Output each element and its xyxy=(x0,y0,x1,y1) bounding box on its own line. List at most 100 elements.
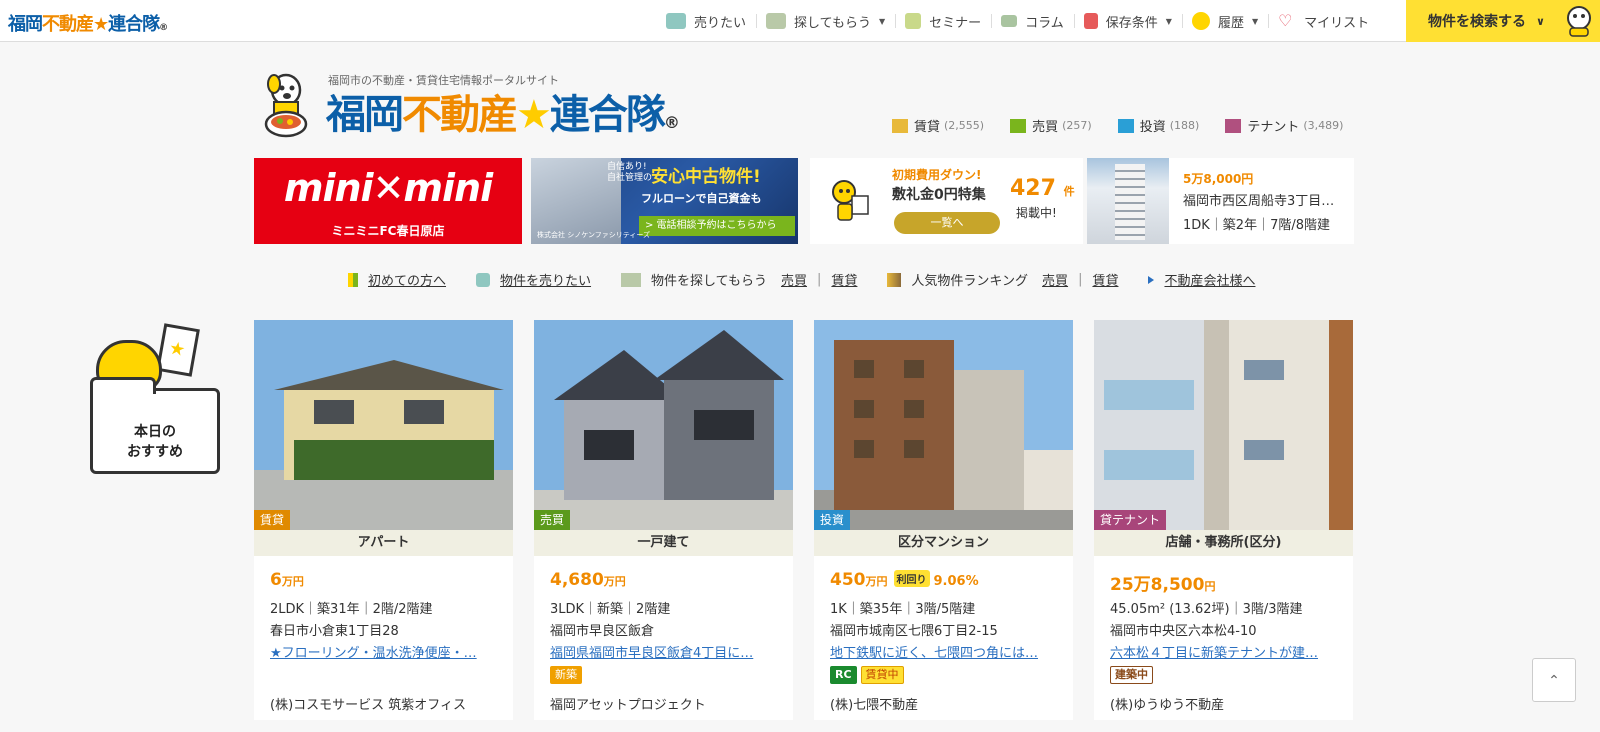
nav-column-label: コラム xyxy=(1025,15,1064,31)
property-card-condo[interactable]: 投資 区分マンション 450万円 利回り 9.06% 1K｜築35年｜3階/5階建 … xyxy=(814,320,1073,720)
link-find-sale[interactable]: 売買 xyxy=(781,270,807,289)
property-description-link[interactable]: 福岡県福岡市早良区飯倉4丁目に… xyxy=(550,642,778,661)
property-photo xyxy=(254,320,513,530)
rent-icon xyxy=(892,118,908,133)
nav-history[interactable]: 履歴 ▼ xyxy=(1181,0,1268,42)
tenant-icon xyxy=(1225,118,1242,133)
link-for-agents[interactable]: 不動産会社様へ xyxy=(1164,270,1255,289)
ranking-label: 人気物件ランキング xyxy=(911,274,1029,289)
site-logo[interactable]: 福岡不動産★連合隊® xyxy=(326,90,680,148)
price-value: 6 xyxy=(270,570,282,590)
chevron-down-icon: ∨ xyxy=(1536,14,1545,28)
property-type: 店舗・事務所(区分) xyxy=(1094,530,1353,556)
category-rent[interactable]: 賃貸 (2,555) xyxy=(892,116,984,135)
property-badges: 新築 xyxy=(550,666,582,684)
category-tag: 賃貸 xyxy=(254,510,291,530)
category-sale[interactable]: 売買 (257) xyxy=(1010,116,1092,135)
shinken-l1a: 自信あり! xyxy=(607,162,647,172)
find-for-me-label: 物件を探してもらう xyxy=(651,274,767,289)
banner-shinken[interactable]: 自信あり! 自社管理の 安心中古物件! フルローンで自己資金も > 電話相談予約は… xyxy=(531,158,798,244)
nav-request-search[interactable]: 探してもらう ▼ xyxy=(756,0,895,42)
nav-sell-label: 売りたい xyxy=(694,15,747,31)
property-description-link[interactable]: ★フローリング・温水洗浄便座・… xyxy=(270,642,498,661)
recommendation-line2: おすすめ xyxy=(127,444,183,460)
category-investment-count: (188) xyxy=(1169,119,1200,132)
property-card-apartment[interactable]: 賃貸 アパート 6万円 2LDK｜築31年｜2階/2階建 春日市小倉東1丁目28… xyxy=(254,320,513,720)
mascot-icon xyxy=(1567,6,1591,37)
property-card-tenant[interactable]: 貸テナント 店舗・事務所(区分) 25万8,500円 45.05m² (13.6… xyxy=(1094,320,1353,720)
badge-rc: RC xyxy=(830,666,857,684)
no-deposit-count-number: 427 xyxy=(1010,176,1056,201)
banner-no-deposit[interactable]: 初期費用ダウン! 敷礼金0円特集 427 件 掲載中! 一覧へ xyxy=(810,158,1083,244)
link-ranking-rent[interactable]: 賃貸 xyxy=(1092,270,1118,289)
no-deposit-list-button[interactable]: 一覧へ xyxy=(894,212,1000,234)
link-ranking-sale[interactable]: 売買 xyxy=(1042,270,1068,289)
nav-seminar[interactable]: セミナー xyxy=(895,0,991,42)
nav-mylist[interactable]: ♡ マイリスト xyxy=(1268,0,1379,42)
sale-icon xyxy=(1010,118,1027,133)
nav-seminar-label: セミナー xyxy=(929,15,982,31)
today-recommendation: 本日のおすすめ xyxy=(84,318,224,478)
separator: | xyxy=(817,272,822,287)
yen-icon xyxy=(666,13,686,29)
property-photo xyxy=(1094,320,1353,530)
chevron-down-icon: ▼ xyxy=(1165,16,1172,26)
property-price: 450万円 利回り 9.06% xyxy=(830,570,979,590)
chevron-down-icon: ▼ xyxy=(878,16,886,26)
nav-saved-label: 保存条件 xyxy=(1105,15,1158,31)
history-icon xyxy=(1191,12,1210,30)
property-address: 福岡市中央区六本松4-10 xyxy=(1110,624,1257,639)
site-logo-registered: ® xyxy=(663,113,680,132)
sub-navigation: 初めての方へ 物件を売りたい 物件を探してもらう 売買 | 賃貸 人気物件ランキング売… xyxy=(348,270,1285,289)
separator: | xyxy=(1078,272,1083,287)
featured-address: 福岡市西区周船寺3丁目… xyxy=(1183,194,1335,209)
property-photo xyxy=(534,320,793,530)
shinken-headline: 安心中古物件! xyxy=(651,167,761,187)
category-investment[interactable]: 投資 (188) xyxy=(1117,116,1200,135)
minimini-logo: mini✕mini xyxy=(283,166,493,210)
investment-icon xyxy=(1117,118,1134,133)
seminar-icon xyxy=(905,13,922,29)
mascot-logo-icon xyxy=(264,73,308,138)
category-tenant[interactable]: テナント (3,489) xyxy=(1225,116,1343,135)
property-description-link[interactable]: 六本松４丁目に新築テナントが建… xyxy=(1110,642,1338,661)
price-unit: 万円 xyxy=(603,575,626,588)
category-links: 賃貸 (2,555) 売買 (257) 投資 (188) テナント (3,489) xyxy=(892,116,1369,135)
price-value: 450 xyxy=(830,570,866,590)
nav-items: 売りたい 探してもらう ▼ セミナー コラム 保存条件 ▼ 履歴 ▼ ♡ マイリスト xyxy=(656,0,1379,42)
category-sale-label: 売買 xyxy=(1032,120,1059,135)
property-agent: (株)七隈不動産 xyxy=(830,698,919,713)
yen-icon xyxy=(476,272,491,287)
badge-new-build: 新築 xyxy=(550,666,582,684)
property-badges: 建築中 xyxy=(1110,666,1153,684)
category-tenant-label: テナント xyxy=(1247,120,1300,135)
property-price: 25万8,500円 xyxy=(1110,570,1215,595)
banner-featured-property[interactable]: 5万8,000円 福岡市西区周船寺3丁目… 1DK｜築2年｜7階/8階建 xyxy=(1087,158,1354,244)
nav-sell[interactable]: 売りたい xyxy=(656,0,756,42)
property-description-link[interactable]: 地下鉄駅に近く、七隈四つ角には… xyxy=(830,642,1058,661)
property-agent: 福岡アセットプロジェクト xyxy=(550,698,706,713)
banner-minimini[interactable]: mini✕mini ミニミニFC春日原店 xyxy=(254,158,522,244)
recommendation-line1: 本日の xyxy=(134,424,176,440)
scroll-to-top-button[interactable]: ⌃ xyxy=(1532,658,1576,702)
logo-text-fukuoka: 福岡 xyxy=(8,14,43,35)
no-deposit-listed: 掲載中! xyxy=(1016,206,1057,220)
link-find-rent[interactable]: 賃貸 xyxy=(831,270,857,289)
price-unit: 万円 xyxy=(281,575,304,588)
site-tagline: 福岡市の不動産・賃貸住宅情報ポータルサイト xyxy=(328,74,559,87)
property-agent: (株)ゆうゆう不動産 xyxy=(1110,698,1225,713)
featured-property-photo xyxy=(1087,158,1169,244)
property-agent: (株)コスモサービス 筑紫オフィス xyxy=(270,698,467,713)
no-deposit-count: 427 件 xyxy=(1010,176,1075,201)
top-logo[interactable]: 福岡不動産★連合隊® xyxy=(8,10,168,36)
shinken-company: 株式会社 シノケンファシリティーズ xyxy=(537,231,651,239)
link-first-time[interactable]: 初めての方へ xyxy=(368,270,446,289)
chevron-up-icon: ⌃ xyxy=(1548,673,1560,689)
logo-text-rengotai: 連合隊 xyxy=(108,14,160,35)
link-sell-property[interactable]: 物件を売りたい xyxy=(500,270,591,289)
no-deposit-count-unit: 件 xyxy=(1063,185,1075,198)
search-properties-button[interactable]: 物件を検索する ∨ xyxy=(1406,0,1600,42)
nav-column[interactable]: コラム xyxy=(991,0,1074,42)
property-card-house[interactable]: 売買 一戸建て 4,680万円 3LDK｜新築｜2階建 福岡市早良区飯倉 福岡県… xyxy=(534,320,793,720)
nav-saved-conditions[interactable]: 保存条件 ▼ xyxy=(1073,0,1182,42)
